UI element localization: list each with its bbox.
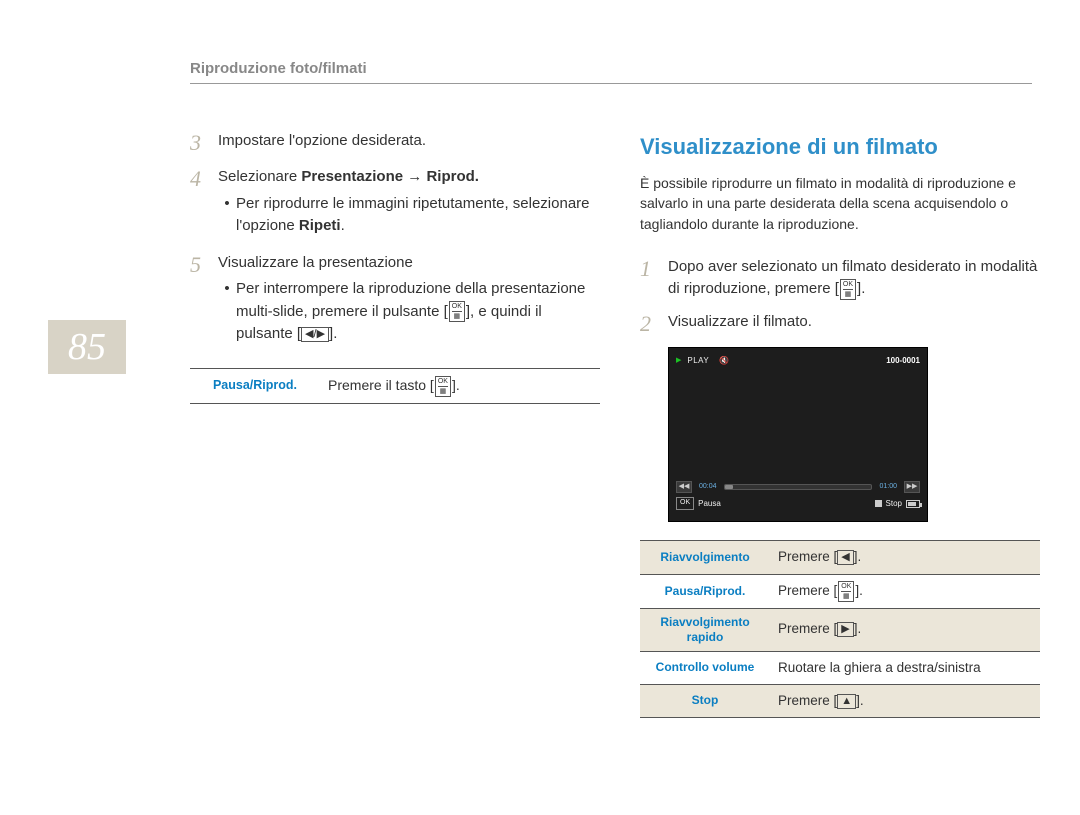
ok-key-icon: OK▦ — [449, 301, 465, 322]
step-3: 3 Impostare l'opzione desiderata. — [190, 130, 600, 156]
text: Premere il tasto [ — [328, 377, 434, 393]
table-row: Riavvolgimento Premere [◀]. — [640, 541, 1040, 574]
step-4: 4 Selezionare Presentazione → Riprod. • … — [190, 166, 600, 242]
left-right-key-icon: ◀/▶ — [301, 327, 329, 342]
table-row: Pausa/Riprod. Premere [OK▦]. — [640, 574, 1040, 608]
text: Premere [ — [778, 693, 837, 708]
row-label: Pausa/Riprod. — [640, 574, 770, 608]
row-action: Premere [▶]. — [770, 608, 1040, 651]
row-action: Premere [◀]. — [770, 541, 1040, 574]
progress-fill — [725, 485, 734, 489]
manual-page: Riproduzione foto/filmati 85 3 Impostare… — [0, 0, 1080, 815]
row-label: Riavvolgimento — [640, 541, 770, 574]
mute-icon: 🔇 — [719, 355, 729, 367]
camera-display-mock: ▶ PLAY 🔇 100-0001 ◀◀ 00:04 01:00 ▶▶ OK P… — [668, 347, 928, 522]
battery-icon — [906, 500, 920, 508]
display-bottom-bar: OK Pausa Stop — [676, 497, 920, 510]
up-key-icon: ▲ — [837, 694, 856, 709]
bold: Ripeti — [299, 217, 341, 234]
display-progress-row: ◀◀ 00:04 01:00 ▶▶ — [676, 481, 920, 493]
ok-key-icon: OK▦ — [840, 279, 856, 300]
bracket: ]. — [329, 325, 337, 342]
text: Premere [ — [778, 621, 837, 636]
page-number-tab: 85 — [48, 320, 126, 374]
step-2: 2 Visualizzare il ﬁlmato. — [640, 311, 1040, 337]
intro-paragraph: È possibile riprodurre un ﬁlmato in moda… — [640, 173, 1040, 234]
bottom-right-group: Stop — [875, 498, 920, 510]
display-top-bar: ▶ PLAY 🔇 100-0001 — [676, 355, 920, 367]
step-number: 1 — [640, 256, 668, 301]
row-action: Premere [▲]. — [770, 684, 1040, 717]
play-icon: ▶ — [676, 356, 681, 367]
table-row: Pausa/Riprod. Premere il tasto [OK▦]. — [190, 368, 600, 403]
bold: Presentazione — [301, 168, 403, 185]
row-label: Stop — [640, 684, 770, 717]
pause-play-table: Pausa/Riprod. Premere il tasto [OK▦]. — [190, 368, 600, 404]
ok-key-icon: OK▦ — [838, 581, 854, 602]
bracket: ]. — [854, 549, 862, 564]
display-video-area — [676, 369, 920, 481]
row-label: Pausa/Riprod. — [190, 368, 320, 403]
table-row: Stop Premere [▲]. — [640, 684, 1040, 717]
bullet-text: Per riprodurre le immagini ripetutamente… — [236, 193, 600, 238]
bullet: • Per interrompere la riproduzione della… — [218, 278, 600, 346]
step-text: Visualizzare la presentazione • Per inte… — [218, 252, 600, 350]
step-number: 2 — [640, 311, 668, 337]
step-number: 5 — [190, 252, 218, 350]
step-text: Impostare l'opzione desiderata. — [218, 130, 600, 156]
step-text: Visualizzare il ﬁlmato. — [668, 311, 1040, 337]
stop-icon — [875, 500, 882, 507]
pausa-label: Pausa — [698, 498, 721, 510]
progress-track — [724, 484, 873, 490]
play-label: PLAY — [687, 355, 709, 367]
text: Premere [ — [778, 583, 837, 598]
step-1: 1 Dopo aver selezionato un ﬁlmato deside… — [640, 256, 1040, 301]
dot: . — [341, 217, 345, 234]
bracket: ]. — [854, 621, 862, 636]
time-current: 00:04 — [699, 482, 717, 493]
arrow: → — [403, 168, 426, 185]
content-columns: 3 Impostare l'opzione desiderata. 4 Sele… — [190, 130, 1032, 718]
step-number: 3 — [190, 130, 218, 156]
rewind-icon: ◀◀ — [676, 481, 692, 493]
time-total: 01:00 — [879, 482, 897, 493]
bracket: ]. — [857, 280, 865, 297]
table-row: Controllo volume Ruotare la ghiera a des… — [640, 651, 1040, 684]
text: Premere [ — [778, 549, 837, 564]
bullet-text: Per interrompere la riproduzione della p… — [236, 278, 600, 346]
row-action: Premere il tasto [OK▦]. — [320, 368, 600, 403]
text: Selezionare — [218, 168, 301, 185]
step-number: 4 — [190, 166, 218, 242]
row-action: Premere [OK▦]. — [770, 574, 1040, 608]
row-label: Riavvolgimento rapido — [640, 608, 770, 651]
text: Per riprodurre le immagini ripetutamente… — [236, 195, 590, 235]
bracket: ]. — [856, 693, 864, 708]
controls-table: Riavvolgimento Premere [◀]. Pausa/Riprod… — [640, 540, 1040, 718]
ok-key-icon: OK▦ — [435, 376, 451, 397]
subsection-heading: Visualizzazione di un ﬁlmato — [640, 130, 1040, 163]
bracket: ]. — [855, 583, 863, 598]
table-row: Riavvolgimento rapido Premere [▶]. — [640, 608, 1040, 651]
ok-badge: OK — [676, 497, 694, 510]
step-text: Dopo aver selezionato un ﬁlmato desidera… — [668, 256, 1040, 301]
right-key-icon: ▶ — [837, 622, 853, 637]
left-key-icon: ◀ — [837, 550, 853, 565]
bullet: • Per riprodurre le immagini ripetutamen… — [218, 193, 600, 238]
stop-label: Stop — [886, 498, 902, 510]
step-5: 5 Visualizzare la presentazione • Per in… — [190, 252, 600, 350]
bracket: ]. — [452, 377, 460, 393]
file-id: 100-0001 — [886, 355, 920, 367]
step-text: Selezionare Presentazione → Riprod. • Pe… — [218, 166, 600, 242]
bold: Riprod. — [426, 168, 479, 185]
left-column: 3 Impostare l'opzione desiderata. 4 Sele… — [190, 130, 600, 718]
fastforward-icon: ▶▶ — [904, 481, 920, 493]
bullet-dot: • — [218, 278, 236, 346]
row-action: Ruotare la ghiera a destra/sinistra — [770, 651, 1040, 684]
right-column: Visualizzazione di un ﬁlmato È possibile… — [640, 130, 1040, 718]
row-label: Controllo volume — [640, 651, 770, 684]
text: Visualizzare la presentazione — [218, 254, 413, 271]
bullet-dot: • — [218, 193, 236, 238]
section-header: Riproduzione foto/filmati — [190, 60, 1032, 84]
